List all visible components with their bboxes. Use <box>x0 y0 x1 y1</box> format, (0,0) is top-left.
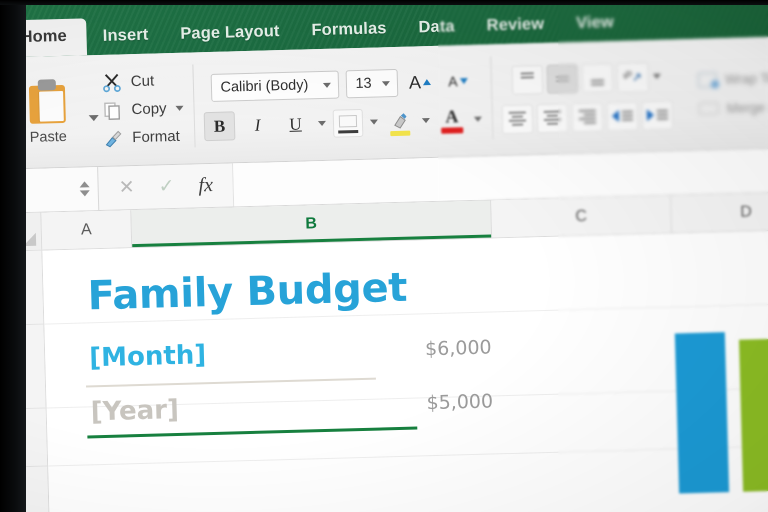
worksheet-grid: A B C D 1 2 3 4 Family Budget <box>0 191 768 512</box>
chevron-up-icon <box>79 181 90 188</box>
monitor-bezel-left <box>0 0 26 512</box>
highlighter-icon <box>393 113 407 129</box>
paste-label: Paste <box>29 128 68 146</box>
grow-font-label: A <box>408 71 422 93</box>
format-painter-button[interactable]: Format <box>103 126 185 148</box>
svg-text:ab: ab <box>623 68 634 81</box>
font-color-swatch <box>441 126 464 134</box>
fill-color-swatch <box>390 130 411 136</box>
grid-cells: Family Budget [Month] [Year] $6,000 $5,0… <box>42 229 768 512</box>
borders-dropdown-icon[interactable] <box>369 119 379 125</box>
shrink-font-label: A <box>448 73 458 90</box>
scissors-icon <box>103 73 121 92</box>
bold-button[interactable]: B <box>203 111 236 142</box>
increase-indent-button[interactable] <box>641 99 674 130</box>
wrap-merge-group: Wrap Text Merge & Center <box>681 35 768 150</box>
name-box-spinner[interactable] <box>79 181 90 197</box>
budget-value-2[interactable]: $5,000 <box>426 390 493 414</box>
year-placeholder-cell[interactable]: [Year] <box>90 395 179 427</box>
borders-button[interactable] <box>332 108 364 138</box>
column-header-c[interactable]: C <box>491 195 673 238</box>
increase-font-size-button[interactable]: A <box>404 67 436 97</box>
excel-screenshot-photo: Home Insert Page Layout Formulas Data Re… <box>0 0 768 512</box>
merge-cells-icon <box>698 102 719 115</box>
chevron-down-icon <box>79 190 90 197</box>
tab-data[interactable]: Data <box>402 10 471 47</box>
font-name-input[interactable]: Calibri (Body) <box>210 70 339 102</box>
clipboard-icon <box>27 78 68 124</box>
orientation-dropdown-icon[interactable] <box>652 73 661 80</box>
italic-label: I <box>254 115 261 135</box>
copy-icon <box>104 101 121 120</box>
decrease-font-size-button[interactable]: A <box>442 66 474 96</box>
excel-application-window: Home Insert Page Layout Formulas Data Re… <box>0 0 768 512</box>
formula-bar-tools: ✕ ✓ fx <box>98 163 235 211</box>
tab-page-layout[interactable]: Page Layout <box>164 15 296 54</box>
tab-insert[interactable]: Insert <box>86 18 164 55</box>
format-painter-label: Format <box>132 127 181 147</box>
budget-chart[interactable] <box>674 310 768 494</box>
cut-label: Cut <box>130 72 155 91</box>
bold-label: B <box>213 116 226 136</box>
font-size-dropdown-icon[interactable] <box>381 80 390 86</box>
ribbon-body: Paste Cut Copy Format Calibri (Body) 13 … <box>0 35 768 171</box>
month-placeholder-cell[interactable]: [Month] <box>89 340 207 373</box>
align-center-button[interactable] <box>536 102 569 133</box>
font-name-dropdown-icon[interactable] <box>322 82 331 88</box>
enter-formula-button[interactable]: ✓ <box>158 176 174 197</box>
paintbrush-icon <box>105 130 122 147</box>
align-top-button[interactable] <box>511 64 544 95</box>
grid-rows: 1 2 3 4 Family Budget [Month] [Year] $6,… <box>0 229 768 512</box>
italic-button[interactable]: I <box>242 110 274 140</box>
wrap-text-button[interactable]: Wrap Text <box>697 69 768 88</box>
underline-label: U <box>289 114 302 134</box>
clipboard-group: Paste Cut Copy Format <box>0 52 195 168</box>
chart-bar-green <box>739 338 768 492</box>
orientation-button[interactable]: ab <box>616 61 650 93</box>
fill-color-dropdown-icon[interactable] <box>421 118 431 124</box>
underline-button[interactable]: U <box>280 109 312 139</box>
font-color-button[interactable]: A <box>437 105 468 136</box>
font-size-value: 13 <box>355 75 372 93</box>
copy-dropdown-icon[interactable] <box>175 105 184 111</box>
page-title[interactable]: Family Budget <box>87 265 408 320</box>
cancel-formula-button[interactable]: ✕ <box>118 177 134 198</box>
font-size-input[interactable]: 13 <box>345 68 398 99</box>
tab-formulas[interactable]: Formulas <box>295 12 403 50</box>
underline-dropdown-icon[interactable] <box>317 120 327 127</box>
fill-color-button[interactable] <box>385 106 416 137</box>
monitor-bezel-top <box>0 0 768 5</box>
column-header-a[interactable]: A <box>41 210 133 250</box>
insert-function-button[interactable]: fx <box>198 174 213 197</box>
triangle-down-icon <box>459 78 468 85</box>
tab-view[interactable]: View <box>560 6 631 43</box>
cut-button[interactable]: Cut <box>102 70 184 92</box>
font-group: Calibri (Body) 13 A A B I U A <box>192 44 493 163</box>
clipboard-actions: Cut Copy Format <box>102 70 185 148</box>
arrow-right-icon <box>646 109 655 122</box>
tab-review[interactable]: Review <box>470 8 560 45</box>
wrap-text-icon <box>697 71 718 88</box>
orientation-icon: ab <box>623 68 641 81</box>
paste-dropdown-icon[interactable] <box>88 114 99 121</box>
triangle-up-icon <box>422 79 432 86</box>
wrap-text-label: Wrap Text <box>724 69 768 87</box>
chart-bar-blue <box>674 332 730 494</box>
copy-label: Copy <box>131 100 167 119</box>
alignment-group: ab <box>490 39 684 155</box>
column-header-d[interactable]: D <box>671 191 768 233</box>
align-right-button[interactable] <box>571 101 604 132</box>
align-bottom-button[interactable] <box>581 63 614 93</box>
merge-center-label: Merge & Center <box>726 98 768 116</box>
font-name-value: Calibri (Body) <box>220 77 309 96</box>
budget-value-1[interactable]: $6,000 <box>425 336 492 360</box>
decrease-indent-button[interactable] <box>606 100 639 131</box>
merge-center-button[interactable]: Merge & Center <box>698 98 768 117</box>
copy-button[interactable]: Copy <box>102 98 184 120</box>
align-middle-button[interactable] <box>546 64 579 94</box>
font-color-label: A <box>445 105 459 127</box>
align-left-button[interactable] <box>501 103 534 134</box>
font-color-dropdown-icon[interactable] <box>473 116 483 122</box>
arrow-left-icon <box>611 109 620 123</box>
